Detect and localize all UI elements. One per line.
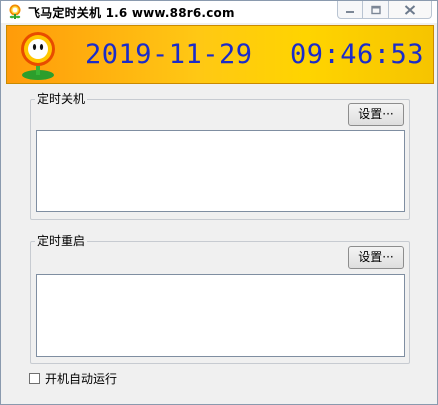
title-bar[interactable]: 飞马定时关机 1.6 www.88r6.com bbox=[1, 1, 437, 23]
minimize-icon bbox=[346, 10, 354, 13]
current-date: 2019-11-29 bbox=[85, 39, 253, 70]
shutdown-group: 定时关机 设置··· bbox=[30, 92, 410, 220]
restart-settings-button[interactable]: 设置··· bbox=[348, 246, 404, 269]
close-button[interactable] bbox=[388, 1, 432, 19]
sun-flower-icon bbox=[21, 32, 55, 80]
clock-banner: 2019-11-29 09:46:53 bbox=[6, 25, 434, 84]
maximize-button[interactable] bbox=[362, 1, 389, 19]
flower-icon bbox=[9, 4, 21, 19]
maximize-icon bbox=[370, 5, 381, 14]
shutdown-group-label: 定时关机 bbox=[35, 92, 88, 106]
restart-task-list[interactable] bbox=[36, 274, 405, 357]
window-title: 飞马定时关机 1.6 www.88r6.com bbox=[28, 6, 235, 20]
minimize-button[interactable] bbox=[337, 1, 363, 19]
autostart-checkbox[interactable] bbox=[29, 373, 40, 384]
current-time: 09:46:53 bbox=[290, 39, 425, 70]
restart-group: 定时重启 设置··· bbox=[30, 234, 410, 364]
restart-group-label: 定时重启 bbox=[35, 234, 88, 248]
shutdown-task-list[interactable] bbox=[36, 130, 405, 212]
autostart-label[interactable]: 开机自动运行 bbox=[45, 370, 117, 387]
app-window: 飞马定时关机 1.6 www.88r6.com 2019-11-29 09:46… bbox=[0, 0, 438, 405]
shutdown-settings-button[interactable]: 设置··· bbox=[348, 103, 404, 126]
close-icon bbox=[404, 4, 416, 15]
